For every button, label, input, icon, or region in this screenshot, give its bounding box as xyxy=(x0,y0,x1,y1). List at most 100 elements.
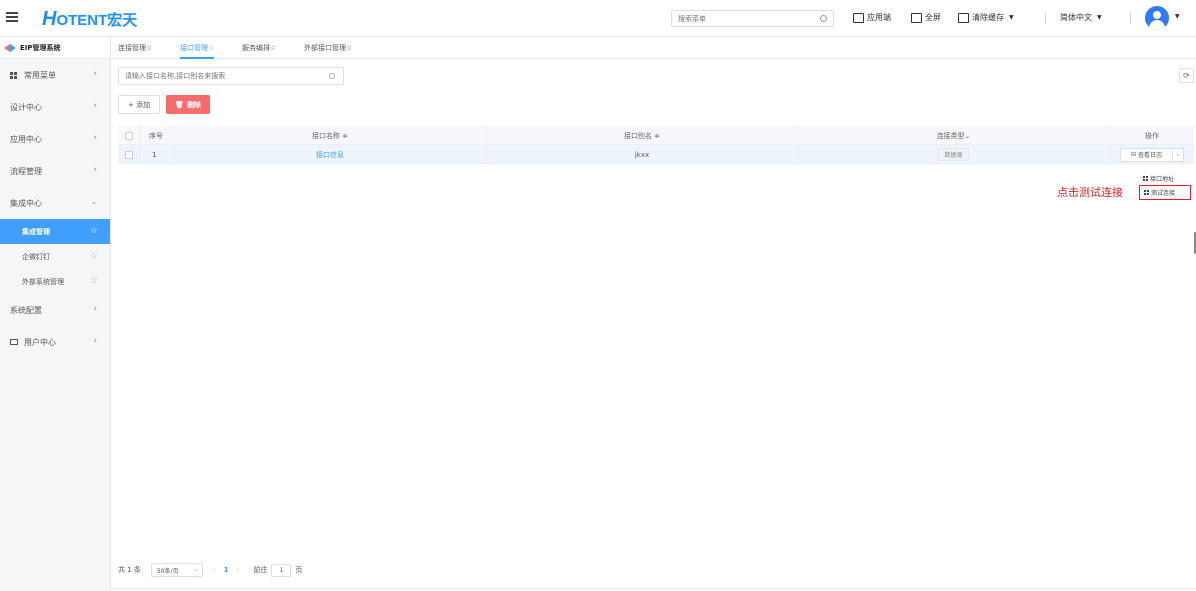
column-header-action: 操作 xyxy=(1145,131,1159,140)
row-action-cell: ⊟ 查看日志 ⌄ xyxy=(1110,145,1194,164)
chevron-down-icon: ▼ xyxy=(1009,14,1014,21)
sidebar-item-common-menu[interactable]: 常用菜单 › xyxy=(0,59,110,91)
grid-icon xyxy=(10,71,17,79)
fullscreen-icon xyxy=(911,12,922,23)
interface-name-link[interactable]: 接口信息 xyxy=(316,150,344,160)
goto-label: 前往 xyxy=(253,566,268,574)
language-select[interactable]: 简体中文 ▼ xyxy=(1060,12,1102,23)
menu-item-test-connection[interactable]: 测试连接 xyxy=(1139,185,1191,200)
logo-mark: H xyxy=(42,8,57,30)
action-dropdown-menu: 接口地址 测试连接 xyxy=(1139,172,1191,200)
tab-connection-management[interactable]: 连接管理☆ xyxy=(118,37,152,59)
sidebar-item-app-center[interactable]: 应用中心 › xyxy=(0,123,110,155)
add-button-label: + 添加 xyxy=(127,100,151,109)
menu-search[interactable] xyxy=(671,10,834,27)
tab-external-interface[interactable]: 外部接口管理☆ xyxy=(304,37,352,59)
chevron-down-icon: ⌄ xyxy=(192,566,198,573)
annotation-text: 点击测试连接 xyxy=(1057,186,1123,199)
header-checkbox-cell xyxy=(118,126,140,145)
refresh-icon: ⟳ xyxy=(1183,71,1190,80)
sidebar-item-user-center[interactable]: 用户中心 › xyxy=(0,326,110,358)
chevron-down-icon: ⌄ xyxy=(91,198,97,206)
star-icon[interactable]: ☆ xyxy=(90,226,98,236)
page-unit-label: 页 xyxy=(295,566,303,574)
next-page-button[interactable]: › xyxy=(237,566,240,574)
star-icon[interactable]: ☆ xyxy=(90,251,98,261)
current-page[interactable]: 1 xyxy=(224,566,229,574)
menu-search-input[interactable] xyxy=(672,11,812,26)
tab-service-orchestration[interactable]: 服务编排☆ xyxy=(242,37,276,59)
chevron-down-icon[interactable]: ▼ xyxy=(1175,13,1180,20)
logo: H OTENT宏天 xyxy=(42,9,137,29)
row-name-cell: 接口信息 xyxy=(174,145,487,164)
goto-page-input[interactable]: 1 xyxy=(271,563,292,577)
clear-cache-label: 清除缓存 xyxy=(972,13,1004,22)
action-dropdown-toggle[interactable]: ⌄ xyxy=(1172,147,1184,162)
menu-toggle-icon[interactable] xyxy=(6,12,18,24)
grid-icon xyxy=(1143,176,1148,181)
app-end-label: 应用端 xyxy=(867,13,891,22)
menu-item-label: 测试连接 xyxy=(1151,190,1176,197)
select-all-checkbox[interactable] xyxy=(124,131,133,140)
row-type-cell: 数据源 xyxy=(798,145,1110,164)
sidebar-item-wecom-dingtalk[interactable]: 企微钉钉 ☆ xyxy=(0,244,110,269)
column-header-name[interactable]: 接口名称 ≑ xyxy=(174,126,487,145)
logo-text: OTENT宏天 xyxy=(56,12,138,29)
divider xyxy=(1130,13,1131,23)
row-index: 1 xyxy=(140,145,174,164)
menu-item-interface-address[interactable]: 接口地址 xyxy=(1139,172,1191,185)
interface-search-input[interactable] xyxy=(119,68,319,84)
top-header: H OTENT宏天 应用端 全屏 清除缓存 ▼ 简体中文 ▼ ▼ xyxy=(0,0,1196,37)
fullscreen-button[interactable]: 全屏 xyxy=(911,12,941,23)
clear-cache-button[interactable]: 清除缓存 ▼ xyxy=(958,12,1014,23)
diamond-logo-icon xyxy=(4,43,16,52)
app-end-button[interactable]: 应用端 xyxy=(853,12,891,23)
sidebar-item-label: 设计中心 xyxy=(10,102,42,112)
sidebar-item-integration-center[interactable]: 集成中心 ⌄ xyxy=(0,187,110,219)
sidebar-item-label: 应用中心 xyxy=(10,134,42,144)
sidebar-item-integration-management[interactable]: 集成管理 ☆ xyxy=(0,219,110,244)
sidebar-item-system-config[interactable]: 系统配置 › xyxy=(0,294,110,326)
sidebar-item-label: 企微钉钉 xyxy=(22,252,50,261)
sidebar-item-label: 流程管理 xyxy=(10,166,42,176)
search-icon[interactable] xyxy=(820,15,827,22)
sidebar-item-label: 系统配置 xyxy=(10,305,42,315)
prev-page-button[interactable]: ‹ xyxy=(213,566,216,574)
column-header-alias[interactable]: 接口别名 ≑ xyxy=(487,126,798,145)
interface-table: 序号 接口名称 ≑ 接口别名 ≑ 连接类型⌄ 操作 1 接口信息 jkxx 数据… xyxy=(118,126,1194,164)
add-button[interactable]: + 添加 xyxy=(118,95,160,114)
system-title[interactable]: EIP管理系统 xyxy=(0,37,110,59)
sidebar-item-label: 集成管理 xyxy=(22,227,50,236)
chevron-down-icon: ▼ xyxy=(1097,14,1102,21)
chevron-right-icon: › xyxy=(93,165,97,175)
star-icon[interactable]: ☆ xyxy=(90,276,98,286)
chevron-right-icon: › xyxy=(93,69,97,79)
sidebar-item-external-system[interactable]: 外部系统管理 ☆ xyxy=(0,269,110,294)
delete-button-label: 删除 xyxy=(186,100,201,109)
log-icon: ⊟ xyxy=(1130,151,1136,158)
pagination: 共 1 条 50条/页 ⌄ ‹ 1 › 前往 1 页 xyxy=(118,562,302,578)
sidebar-item-flow-management[interactable]: 流程管理 › xyxy=(0,155,110,187)
system-title-label: EIP管理系统 xyxy=(20,43,61,52)
sidebar-item-design-center[interactable]: 设计中心 › xyxy=(0,91,110,123)
divider xyxy=(111,588,1196,589)
interface-search[interactable] xyxy=(118,67,344,85)
avatar[interactable] xyxy=(1145,6,1169,30)
column-header-type[interactable]: 连接类型⌄ xyxy=(798,126,1110,145)
view-log-button[interactable]: ⊟ 查看日志 xyxy=(1120,147,1172,162)
row-checkbox[interactable] xyxy=(124,150,133,159)
refresh-button[interactable]: ⟳ xyxy=(1179,68,1194,83)
row-alias: jkxx xyxy=(487,145,798,164)
sidebar-item-label: 常用菜单 xyxy=(24,70,56,80)
row-checkbox-cell xyxy=(118,145,140,164)
menu-item-label: 接口地址 xyxy=(1150,176,1175,183)
delete-button[interactable]: 🗑 删除 xyxy=(166,95,210,114)
monitor-icon xyxy=(853,12,864,23)
page-size-select[interactable]: 50条/页 ⌄ xyxy=(150,563,203,577)
chevron-right-icon: › xyxy=(93,336,97,346)
chevron-right-icon: › xyxy=(93,133,97,143)
search-icon[interactable] xyxy=(329,73,335,79)
tab-interface-management[interactable]: 接口管理☆ xyxy=(180,37,215,59)
chevron-right-icon: › xyxy=(93,304,97,314)
connection-type-tag: 数据源 xyxy=(938,148,969,161)
